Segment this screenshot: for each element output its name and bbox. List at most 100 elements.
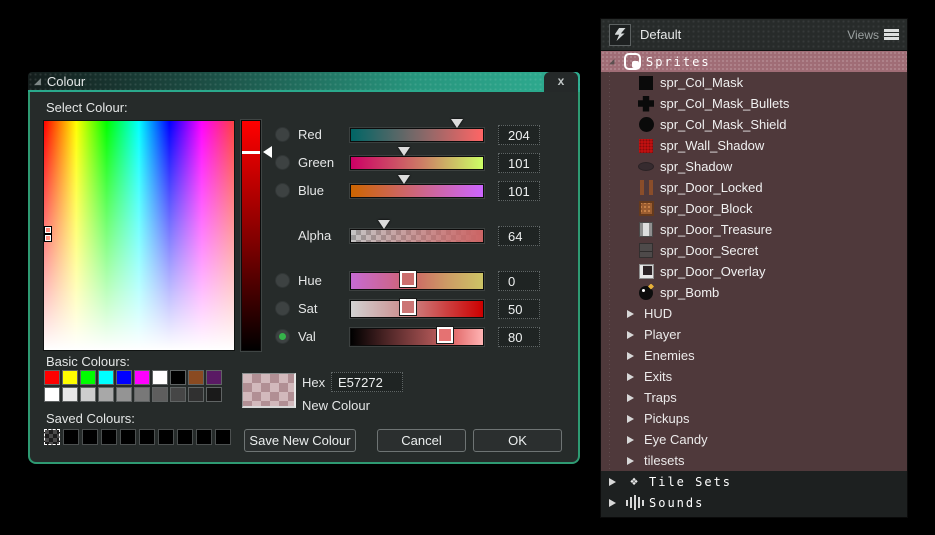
tree-row-spr_door_block[interactable]: spr_Door_Block (601, 198, 907, 219)
collapsed-triangle-icon[interactable] (627, 373, 638, 381)
tree-row-spr_bomb[interactable]: spr_Bomb (601, 282, 907, 303)
radio-hue[interactable] (275, 273, 290, 288)
slider-track-green[interactable] (351, 157, 483, 169)
value-bar-handle[interactable] (242, 151, 260, 154)
value-input-red[interactable] (498, 125, 540, 145)
radio-green[interactable] (275, 155, 290, 170)
basic-colour-swatch-7[interactable] (170, 370, 186, 385)
slider-handle-alpha[interactable] (378, 220, 390, 235)
tree-row-spr_door_secret[interactable]: spr_Door_Secret (601, 240, 907, 261)
tree-row-folder-tilesets[interactable]: tilesets (601, 450, 907, 471)
saved-colour-swatch-5[interactable] (139, 429, 155, 445)
value-input-green[interactable] (498, 153, 540, 173)
collapsed-triangle-icon[interactable] (627, 415, 638, 423)
saved-colour-swatch-8[interactable] (196, 429, 212, 445)
basic-colour-swatch-9[interactable] (206, 370, 222, 385)
tree-row-folder-player[interactable]: Player (601, 324, 907, 345)
basic-colour-swatch-18[interactable] (188, 387, 204, 402)
radio-val[interactable] (275, 329, 290, 344)
collapsed-triangle-icon[interactable] (627, 394, 638, 402)
saved-colour-swatch-0[interactable] (44, 429, 60, 445)
value-input-alpha[interactable] (498, 226, 540, 246)
views-menu-button[interactable]: Views (847, 28, 899, 42)
tree-row-sprites[interactable]: ◢Sprites (601, 51, 907, 72)
saved-colour-swatch-2[interactable] (82, 429, 98, 445)
tree-row-spr_col_mask_shield[interactable]: spr_Col_Mask_Shield (601, 114, 907, 135)
saved-colour-swatch-6[interactable] (158, 429, 174, 445)
basic-colour-swatch-11[interactable] (62, 387, 78, 402)
slider-handle-sat[interactable] (400, 299, 416, 315)
tree-row-spr_col_mask[interactable]: spr_Col_Mask (601, 72, 907, 93)
basic-colour-swatch-2[interactable] (80, 370, 96, 385)
basic-colour-swatch-6[interactable] (152, 370, 168, 385)
basic-colour-swatch-12[interactable] (80, 387, 96, 402)
slider-track-red[interactable] (351, 129, 483, 141)
colour-field-marker[interactable] (45, 235, 51, 241)
slider-track-alpha[interactable] (351, 230, 483, 242)
value-input-sat[interactable] (498, 299, 540, 319)
value-input-blue[interactable] (498, 181, 540, 201)
slider-track-hue[interactable] (351, 273, 483, 289)
slider-track-blue[interactable] (351, 185, 483, 197)
tree-row-folder-pickups[interactable]: Pickups (601, 408, 907, 429)
save-new-colour-button[interactable]: Save New Colour (244, 429, 356, 452)
collapsed-triangle-icon[interactable] (609, 499, 620, 507)
tree-row-folder-exits[interactable]: Exits (601, 366, 907, 387)
collapse-triangle-icon[interactable]: ◢ (34, 71, 41, 91)
tree-row-spr_wall_shadow[interactable]: spr_Wall_Shadow (601, 135, 907, 156)
saved-colour-swatch-9[interactable] (215, 429, 231, 445)
saved-colour-swatch-3[interactable] (101, 429, 117, 445)
tree-row-tile-sets[interactable]: ❖Tile Sets (601, 471, 907, 492)
slider-track-sat[interactable] (351, 301, 483, 317)
colour-field-marker[interactable] (45, 227, 51, 233)
colour-field[interactable] (44, 121, 234, 350)
basic-colour-swatch-14[interactable] (116, 387, 132, 402)
collapsed-triangle-icon[interactable] (627, 457, 638, 465)
slider-handle-blue[interactable] (398, 175, 410, 190)
basic-colour-swatch-4[interactable] (116, 370, 132, 385)
workspace-icon[interactable] (609, 24, 631, 46)
saved-colour-swatch-1[interactable] (63, 429, 79, 445)
tree-row-folder-enemies[interactable]: Enemies (601, 345, 907, 366)
tree-row-folder-hud[interactable]: HUD (601, 303, 907, 324)
slider-handle-red[interactable] (451, 119, 463, 134)
collapsed-triangle-icon[interactable] (627, 310, 638, 318)
tree-row-paths[interactable]: ↱Paths (601, 513, 907, 518)
value-bar[interactable] (242, 121, 260, 350)
tree-row-sounds[interactable]: Sounds (601, 492, 907, 513)
basic-colour-swatch-0[interactable] (44, 370, 60, 385)
tree-row-spr_col_mask_bullets[interactable]: spr_Col_Mask_Bullets (601, 93, 907, 114)
radio-blue[interactable] (275, 183, 290, 198)
ok-button[interactable]: OK (473, 429, 562, 452)
expand-triangle-icon[interactable]: ◢ (609, 57, 619, 67)
basic-colour-swatch-17[interactable] (170, 387, 186, 402)
tree-row-folder-traps[interactable]: Traps (601, 387, 907, 408)
basic-colour-swatch-5[interactable] (134, 370, 150, 385)
close-button[interactable]: x (544, 72, 578, 92)
tree-row-spr_door_locked[interactable]: spr_Door_Locked (601, 177, 907, 198)
tree-row-spr_door_treasure[interactable]: spr_Door_Treasure (601, 219, 907, 240)
value-input-hue[interactable] (498, 271, 540, 291)
collapsed-triangle-icon[interactable] (627, 436, 638, 444)
basic-colour-swatch-3[interactable] (98, 370, 114, 385)
radio-sat[interactable] (275, 301, 290, 316)
tree-row-spr_door_overlay[interactable]: spr_Door_Overlay (601, 261, 907, 282)
basic-colour-swatch-10[interactable] (44, 387, 60, 402)
value-input-val[interactable] (498, 327, 540, 347)
slider-handle-green[interactable] (398, 147, 410, 162)
collapsed-triangle-icon[interactable] (609, 478, 620, 486)
cancel-button[interactable]: Cancel (377, 429, 466, 452)
basic-colour-swatch-8[interactable] (188, 370, 204, 385)
basic-colour-swatch-15[interactable] (134, 387, 150, 402)
slider-handle-hue[interactable] (400, 271, 416, 287)
slider-handle-val[interactable] (437, 327, 453, 343)
saved-colour-swatch-7[interactable] (177, 429, 193, 445)
basic-colour-swatch-19[interactable] (206, 387, 222, 402)
collapsed-triangle-icon[interactable] (627, 331, 638, 339)
collapsed-triangle-icon[interactable] (627, 352, 638, 360)
basic-colour-swatch-1[interactable] (62, 370, 78, 385)
tree-row-folder-eye-candy[interactable]: Eye Candy (601, 429, 907, 450)
slider-track-val[interactable] (351, 329, 483, 345)
radio-red[interactable] (275, 127, 290, 142)
saved-colour-swatch-4[interactable] (120, 429, 136, 445)
